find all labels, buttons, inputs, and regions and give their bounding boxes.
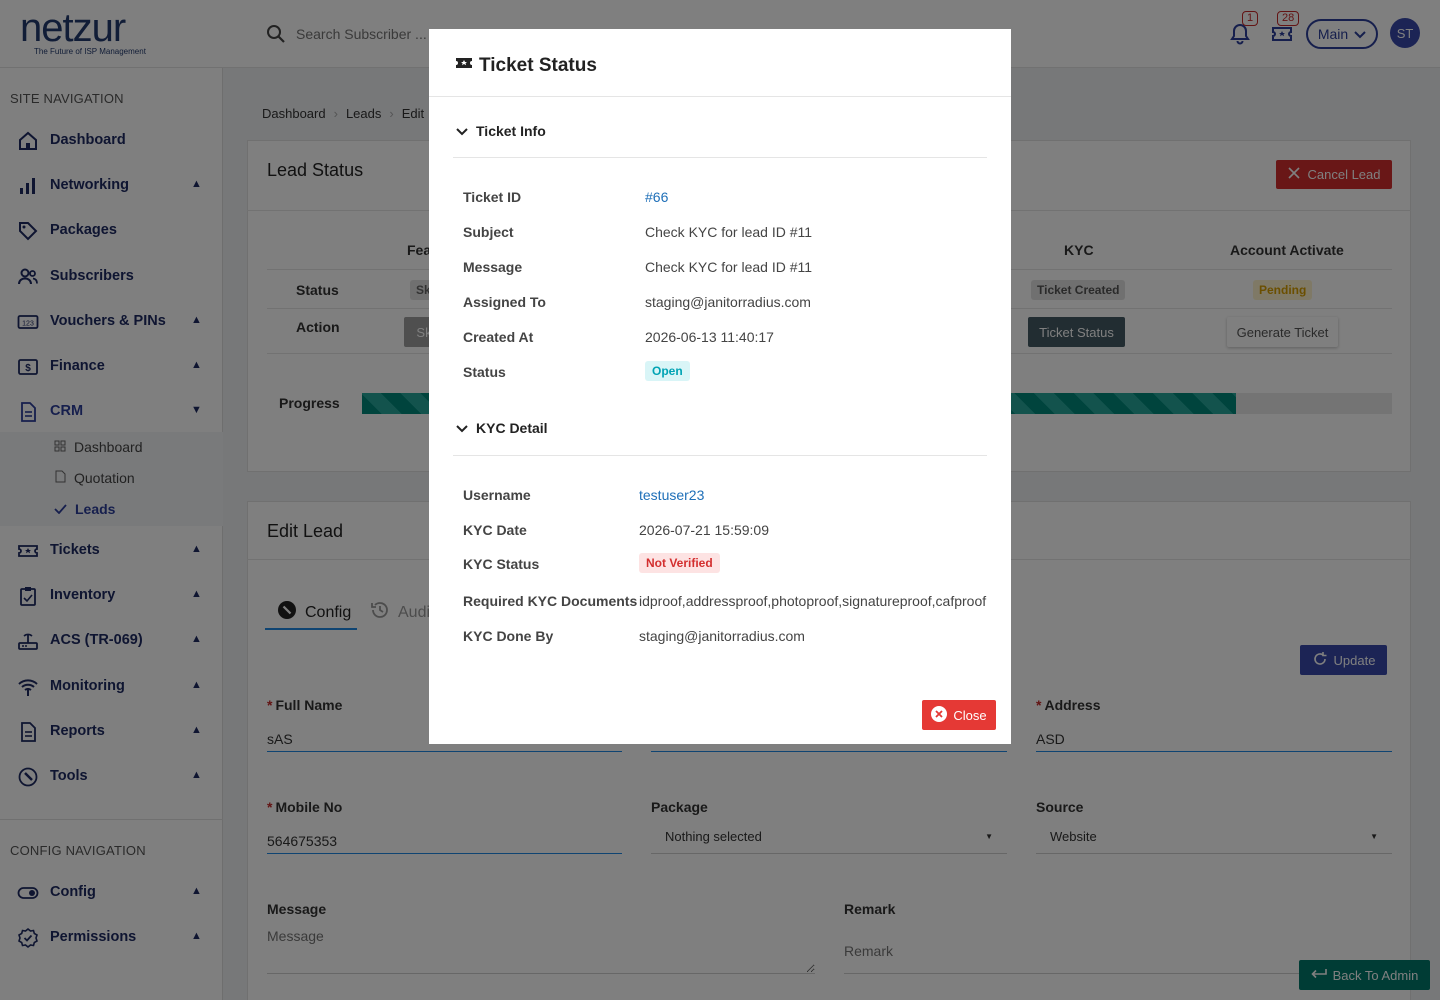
username-key: Username (463, 487, 531, 503)
assigned-to-key: Assigned To (463, 294, 546, 310)
assigned-to-value: staging@janitorradius.com (645, 294, 811, 310)
kyc-done-by-key: KYC Done By (463, 628, 554, 644)
modal-title: Ticket Status (455, 55, 597, 77)
created-at-key: Created At (463, 329, 534, 345)
ticket-icon (455, 55, 473, 77)
message-key: Message (463, 259, 523, 275)
kyc-status-badge: Not Verified (639, 553, 720, 573)
kyc-date-value: 2026-07-21 15:59:09 (639, 522, 769, 538)
kyc-date-key: KYC Date (463, 522, 527, 538)
ticket-id-link[interactable]: #66 (645, 189, 668, 205)
close-circle-icon (931, 705, 948, 725)
message-value: Check KYC for lead ID #11 (645, 259, 813, 275)
chevron-down-icon (456, 123, 468, 139)
subject-key: Subject (463, 224, 514, 240)
kyc-status-key: KYC Status (463, 556, 540, 572)
chevron-down-icon (456, 420, 468, 436)
created-at-value: 2026-06-13 11:40:17 (645, 329, 774, 345)
modal-header-divider (429, 96, 1011, 97)
ticket-info-toggle[interactable]: Ticket Info (456, 123, 546, 139)
kyc-done-by-value: staging@janitorradius.com (639, 628, 805, 644)
status-badge-wrap: Open (645, 361, 690, 381)
kyc-status-badge-wrap: Not Verified (639, 553, 720, 573)
section-divider (453, 455, 987, 456)
subject-value: Check KYC for lead ID #11 (645, 224, 813, 240)
section-divider (453, 157, 987, 158)
status-badge: Open (645, 361, 690, 381)
required-docs-value: idproof,addressproof,photoproof,signatur… (639, 593, 987, 609)
close-button[interactable]: Close (922, 700, 996, 730)
required-docs-key: Required KYC Documents (463, 593, 638, 609)
username-link[interactable]: testuser23 (639, 487, 704, 503)
kyc-detail-toggle[interactable]: KYC Detail (456, 420, 548, 436)
status-key: Status (463, 364, 506, 380)
ticket-status-modal: Ticket Status Ticket Info Ticket ID #66 … (429, 29, 1011, 744)
ticket-id-key: Ticket ID (463, 189, 522, 205)
